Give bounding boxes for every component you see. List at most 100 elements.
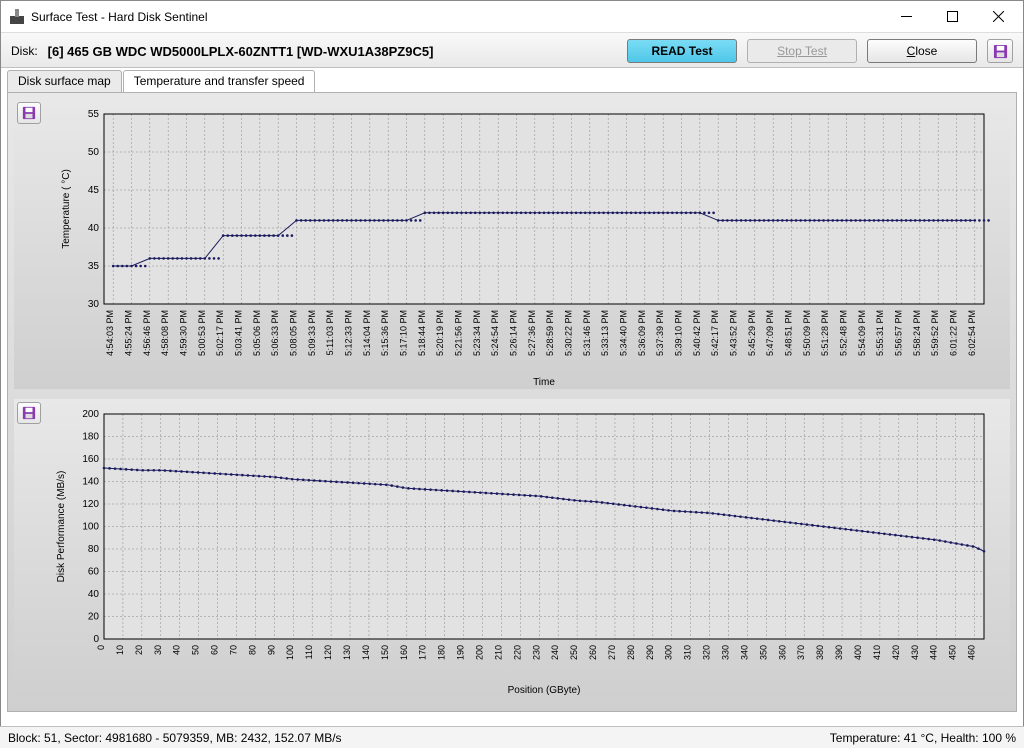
svg-text:30: 30 [88,299,100,310]
svg-text:4:55:24 PM: 4:55:24 PM [124,310,134,356]
svg-text:5:14:04 PM: 5:14:04 PM [362,310,372,356]
svg-text:420: 420 [891,645,901,660]
window-close-button[interactable] [975,2,1021,32]
svg-text:50: 50 [191,645,201,655]
svg-text:110: 110 [304,645,314,659]
svg-text:250: 250 [569,645,579,660]
svg-text:5:08:05 PM: 5:08:05 PM [289,310,299,356]
svg-text:70: 70 [228,645,238,655]
svg-text:460: 460 [967,645,977,660]
svg-text:5:21:56 PM: 5:21:56 PM [454,310,464,356]
svg-text:5:36:09 PM: 5:36:09 PM [637,310,647,356]
svg-text:5:17:10 PM: 5:17:10 PM [399,310,409,356]
save-chart1-button[interactable] [17,102,41,124]
svg-text:5:31:46 PM: 5:31:46 PM [582,310,592,356]
svg-text:270: 270 [607,645,617,660]
svg-text:5:05:06 PM: 5:05:06 PM [252,310,262,356]
svg-text:140: 140 [361,645,371,660]
toolbar: Disk: [6] 465 GB WDC WD5000LPLX-60ZNTT1 … [1,33,1023,68]
svg-text:90: 90 [266,645,276,655]
svg-text:5:56:57 PM: 5:56:57 PM [894,310,904,356]
svg-text:5:28:59 PM: 5:28:59 PM [545,310,555,356]
svg-text:130: 130 [342,645,352,660]
svg-text:5:58:24 PM: 5:58:24 PM [912,310,922,356]
save-chart2-button[interactable] [17,402,41,424]
svg-text:220: 220 [512,645,522,660]
svg-text:5:06:33 PM: 5:06:33 PM [270,310,280,356]
svg-text:5:52:48 PM: 5:52:48 PM [839,310,849,356]
svg-text:5:55:31 PM: 5:55:31 PM [875,310,885,356]
titlebar: Surface Test - Hard Disk Sentinel [1,1,1023,33]
svg-text:5:40:42 PM: 5:40:42 PM [692,310,702,356]
svg-text:310: 310 [683,645,693,660]
tab-temperature-speed[interactable]: Temperature and transfer speed [123,70,316,92]
svg-text:4:58:08 PM: 4:58:08 PM [160,310,170,356]
svg-text:450: 450 [948,645,958,660]
read-test-button[interactable]: READ Test [627,39,737,63]
svg-text:5:43:52 PM: 5:43:52 PM [729,310,739,356]
svg-text:4:54:03 PM: 4:54:03 PM [105,310,115,356]
status-health-info: Temperature: 41 °C, Health: 100 % [830,731,1016,745]
svg-text:35: 35 [88,261,100,272]
svg-text:230: 230 [531,645,541,660]
svg-text:370: 370 [796,645,806,660]
svg-text:5:09:33 PM: 5:09:33 PM [307,310,317,356]
svg-text:4:56:46 PM: 4:56:46 PM [142,310,152,356]
svg-text:360: 360 [777,645,787,660]
svg-text:5:18:44 PM: 5:18:44 PM [417,310,427,356]
svg-text:120: 120 [82,499,99,510]
svg-text:180: 180 [82,432,99,443]
svg-text:380: 380 [815,645,825,660]
app-icon [9,9,25,25]
svg-text:6:02:54 PM: 6:02:54 PM [967,310,977,356]
svg-text:10: 10 [115,645,125,655]
close-button[interactable]: Close [867,39,977,63]
svg-text:20: 20 [134,645,144,655]
svg-text:300: 300 [664,645,674,660]
disk-label: Disk: [11,44,38,58]
svg-text:0: 0 [93,634,99,645]
svg-text:120: 120 [323,645,333,660]
svg-text:5:54:09 PM: 5:54:09 PM [857,310,867,356]
svg-text:45: 45 [88,185,100,196]
tab-disk-surface-map[interactable]: Disk surface map [7,70,122,92]
minimize-button[interactable] [883,2,929,32]
svg-text:5:26:14 PM: 5:26:14 PM [509,310,519,356]
disk-info: [6] 465 GB WDC WD5000LPLX-60ZNTT1 [WD-WX… [48,44,434,59]
window-title: Surface Test - Hard Disk Sentinel [31,10,208,24]
svg-text:5:15:36 PM: 5:15:36 PM [380,310,390,356]
svg-text:5:39:10 PM: 5:39:10 PM [674,310,684,356]
svg-text:5:30:22 PM: 5:30:22 PM [564,310,574,356]
stop-test-button[interactable]: Stop Test [747,39,857,63]
save-button[interactable] [987,39,1013,63]
performance-chart-panel: 0204060801001201401601802000102030405060… [14,399,1010,699]
svg-text:50: 50 [88,147,100,158]
svg-text:280: 280 [626,645,636,660]
svg-text:40: 40 [88,223,100,234]
svg-text:80: 80 [247,645,257,655]
svg-text:Disk Performance (MB/s): Disk Performance (MB/s) [56,471,67,583]
svg-text:Temperature ( °C): Temperature ( °C) [61,169,72,249]
content-area: 3035404550554:54:03 PM4:55:24 PM4:56:46 … [7,92,1017,712]
svg-text:5:48:51 PM: 5:48:51 PM [784,310,794,356]
svg-text:5:20:19 PM: 5:20:19 PM [435,310,445,356]
svg-text:0: 0 [96,645,106,650]
status-block-info: Block: 51, Sector: 4981680 - 5079359, MB… [8,731,342,745]
performance-chart: 0204060801001201401601802000102030405060… [14,399,1004,699]
maximize-button[interactable] [929,2,975,32]
svg-text:240: 240 [550,645,560,660]
svg-text:5:27:36 PM: 5:27:36 PM [527,310,537,356]
svg-text:5:51:28 PM: 5:51:28 PM [820,310,830,356]
svg-text:5:47:09 PM: 5:47:09 PM [765,310,775,356]
svg-text:5:34:40 PM: 5:34:40 PM [619,310,629,356]
svg-text:210: 210 [493,645,503,660]
svg-text:180: 180 [437,645,447,660]
svg-text:Time: Time [533,377,555,388]
temperature-chart-panel: 3035404550554:54:03 PM4:55:24 PM4:56:46 … [14,99,1010,389]
svg-text:400: 400 [853,645,863,660]
svg-text:40: 40 [172,645,182,655]
svg-text:200: 200 [82,409,99,420]
svg-text:100: 100 [285,645,295,660]
svg-text:5:33:13 PM: 5:33:13 PM [600,310,610,356]
svg-text:100: 100 [82,522,99,533]
